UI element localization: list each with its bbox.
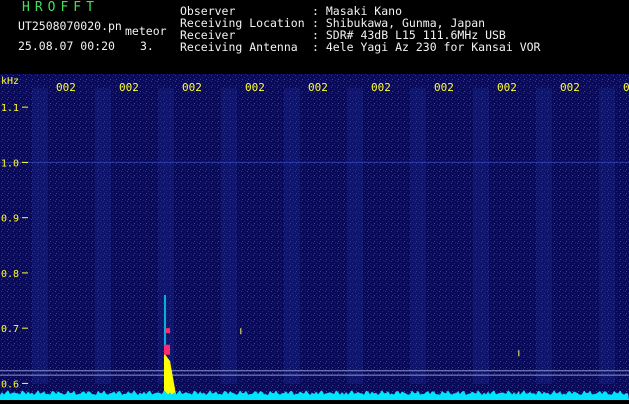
info-value-antenna: : 4ele Yagi Az 230 for Kansai VOR	[312, 40, 541, 54]
spectrogram: kHz 1.1 1.0 0.9 0.8 0.7 0.6 002 002 002 002 002 002…	[0, 74, 629, 400]
x-tick-label: 002	[245, 81, 265, 94]
x-tick-label: 002	[119, 81, 139, 94]
meteor-echo-peak	[164, 344, 170, 355]
time-column-band	[32, 88, 48, 384]
y-tick-label: 0.9	[1, 214, 19, 225]
x-tick-label: 002	[497, 81, 517, 94]
time-column-band	[473, 88, 489, 384]
time-column-band	[599, 88, 615, 384]
time-column-band	[284, 88, 300, 384]
time-column-band	[347, 88, 363, 384]
time-column-band	[221, 88, 237, 384]
x-tick-label: 002	[182, 81, 202, 94]
header-panel: HROFFT UT2508070020.pn meteor 25.08.07 0…	[0, 0, 629, 74]
datetime-label: 25.08.07 00:20	[18, 39, 115, 53]
x-tick-label: 002	[434, 81, 454, 94]
time-column-band	[410, 88, 426, 384]
mode-label: meteor	[125, 24, 167, 38]
minor-signal-mark	[518, 350, 520, 357]
x-tick-label: 002	[308, 81, 328, 94]
y-tick-label: 1.0	[1, 158, 19, 169]
info-label-antenna: Receiving Antenna	[180, 40, 298, 54]
y-tick-label: 0.6	[1, 379, 19, 390]
count-label: 3.	[140, 39, 154, 53]
x-tick-label: 0030	[623, 81, 629, 94]
time-column-band	[536, 88, 552, 384]
y-axis-unit-label: kHz	[1, 76, 19, 87]
time-column-band	[158, 88, 174, 384]
time-column-band	[95, 88, 111, 384]
minor-signal-mark	[240, 328, 242, 335]
meteor-echo-peak	[166, 328, 170, 334]
x-tick-label: 002	[371, 81, 391, 94]
x-tick-label: 002	[560, 81, 580, 94]
y-tick-label: 0.7	[1, 324, 19, 335]
filename-label: UT2508070020.pn	[18, 19, 122, 33]
app-title: HROFFT	[22, 0, 99, 15]
spectrogram-panel: kHz 1.1 1.0 0.9 0.8 0.7 0.6 002 002 002 002 002 002…	[0, 74, 629, 400]
x-tick-label: 002	[56, 81, 76, 94]
y-tick-label: 1.1	[1, 103, 19, 114]
y-tick-label: 0.8	[1, 269, 19, 280]
spectrogram-background	[0, 74, 629, 400]
